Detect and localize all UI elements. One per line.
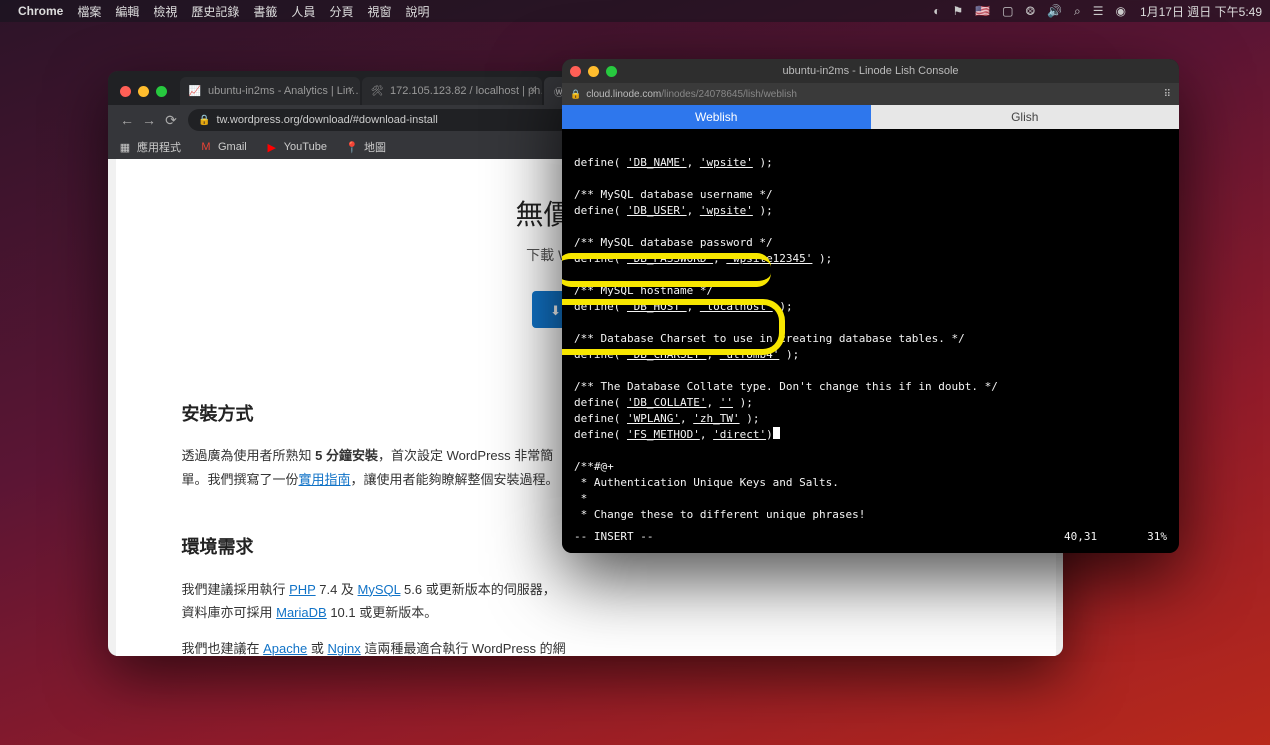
install-heading: 安裝方式 xyxy=(182,398,568,430)
lock-icon: 🔒 xyxy=(570,89,581,100)
close-icon[interactable] xyxy=(120,86,131,97)
menu-history[interactable]: 歷史記錄 xyxy=(191,3,239,20)
bookmark-maps[interactable]: 📍地圖 xyxy=(345,139,386,155)
browser-tab[interactable]: 🛠 172.105.123.82 / localhost | ph… × xyxy=(362,77,542,105)
console-addr-bar: 🔒 cloud.linode.com/linodes/24078645/lish… xyxy=(562,83,1179,105)
menu-window[interactable]: 視窗 xyxy=(367,3,391,20)
url-text: tw.wordpress.org/download/#download-inst… xyxy=(216,114,437,126)
guide-link[interactable]: 實用指南 xyxy=(299,472,351,487)
tab-glish[interactable]: Glish xyxy=(871,105,1180,129)
menu-people[interactable]: 人員 xyxy=(291,3,315,20)
status-icon[interactable]: ⚑ xyxy=(952,4,963,18)
vim-pos: 40,31 xyxy=(1064,529,1097,545)
lock-icon: 🔒 xyxy=(198,115,210,126)
nginx-link[interactable]: Nginx xyxy=(327,641,360,656)
menubar-clock[interactable]: 1月17日 週日 下午5:49 xyxy=(1140,3,1262,20)
download-icon: ⬇ xyxy=(550,303,561,318)
menu-view[interactable]: 檢視 xyxy=(153,3,177,20)
minimize-icon[interactable] xyxy=(138,86,149,97)
status-icon[interactable]: ◐ xyxy=(933,4,940,18)
lish-console-window: ubuntu-in2ms - Linode Lish Console 🔒 clo… xyxy=(562,59,1179,553)
menubar-app-name[interactable]: Chrome xyxy=(18,4,63,18)
vim-percent: 31% xyxy=(1147,529,1167,545)
gmail-icon: M xyxy=(199,140,213,154)
env-text-2: 我們也建議在 Apache 或 Nginx 這兩種最適合執行 WordPress… xyxy=(182,637,568,656)
bookmark-apps[interactable]: ▦應用程式 xyxy=(118,139,181,155)
col-install: 安裝方式 透過廣為使用者所熟知 5 分鐘安裝，首次設定 WordPress 非常… xyxy=(164,398,586,656)
tab-close-icon[interactable]: × xyxy=(530,84,536,96)
menu-bookmarks[interactable]: 書籤 xyxy=(253,3,277,20)
apps-icon: ▦ xyxy=(118,140,132,154)
close-icon[interactable] xyxy=(570,66,581,77)
tab-weblish[interactable]: Weblish xyxy=(562,105,871,129)
maps-icon: 📍 xyxy=(345,140,359,154)
bookmark-youtube[interactable]: ▶YouTube xyxy=(265,140,327,154)
php-link[interactable]: PHP xyxy=(289,582,316,597)
console-titlebar: ubuntu-in2ms - Linode Lish Console xyxy=(562,59,1179,83)
minimize-icon[interactable] xyxy=(588,66,599,77)
favicon-icon: 🛠 xyxy=(370,84,384,98)
reload-icon[interactable]: ⟳ xyxy=(160,112,182,129)
console-title: ubuntu-in2ms - Linode Lish Console xyxy=(562,65,1179,77)
favicon-icon: 📈 xyxy=(188,84,202,98)
vim-mode: -- INSERT -- xyxy=(574,529,653,545)
macos-menubar: Chrome 檔案 編輯 檢視 歷史記錄 書籤 人員 分頁 視窗 說明 ◐ ⚑ … xyxy=(0,0,1270,22)
back-icon[interactable]: ← xyxy=(116,112,138,128)
translate-icon[interactable]: ⠿ xyxy=(1164,89,1171,100)
siri-icon[interactable]: ◉ xyxy=(1115,4,1125,18)
volume-icon[interactable]: 🔊 xyxy=(1047,4,1062,18)
terminal[interactable]: define( 'DB_NAME', 'wpsite' ); /** MySQL… xyxy=(562,129,1179,553)
cursor xyxy=(773,427,780,439)
search-icon[interactable]: ⌕ xyxy=(1074,4,1081,19)
flag-icon[interactable]: 🇺🇸 xyxy=(975,4,990,18)
zoom-icon[interactable] xyxy=(156,86,167,97)
tab-close-icon[interactable]: × xyxy=(348,84,354,96)
env-text-1: 我們建議採用執行 PHP 7.4 及 MySQL 5.6 或更新版本的伺服器，資… xyxy=(182,578,568,625)
browser-tab[interactable]: 📈 ubuntu-in2ms - Analytics | Lin… × xyxy=(180,77,360,105)
env-heading: 環境需求 xyxy=(182,531,568,563)
menu-help[interactable]: 說明 xyxy=(405,3,429,20)
wifi-icon[interactable]: ⨷ xyxy=(1026,4,1036,19)
menu-edit[interactable]: 編輯 xyxy=(115,3,139,20)
window-controls xyxy=(116,86,180,105)
menu-file[interactable]: 檔案 xyxy=(77,3,101,20)
vim-status: -- INSERT -- 40,31 31% xyxy=(574,529,1167,545)
apache-link[interactable]: Apache xyxy=(263,641,307,656)
bookmark-gmail[interactable]: MGmail xyxy=(199,140,247,154)
desktop: Chrome 檔案 編輯 檢視 歷史記錄 書籤 人員 分頁 視窗 說明 ◐ ⚑ … xyxy=(0,0,1270,745)
mysql-link[interactable]: MySQL xyxy=(358,582,401,597)
install-text: 透過廣為使用者所熟知 5 分鐘安裝，首次設定 WordPress 非常簡單。我們… xyxy=(182,444,568,491)
window-controls xyxy=(570,66,624,77)
console-url[interactable]: cloud.linode.com/linodes/24078645/lish/w… xyxy=(586,89,1163,100)
mariadb-link[interactable]: MariaDB xyxy=(276,605,327,620)
console-tabs: Weblish Glish xyxy=(562,105,1179,129)
menu-tab[interactable]: 分頁 xyxy=(329,3,353,20)
zoom-icon[interactable] xyxy=(606,66,617,77)
battery-icon[interactable]: ▢ xyxy=(1002,4,1013,18)
control-center-icon[interactable]: ☰ xyxy=(1093,4,1104,18)
youtube-icon: ▶ xyxy=(265,140,279,154)
tab-label: 172.105.123.82 / localhost | ph… xyxy=(390,85,542,97)
tab-label: ubuntu-in2ms - Analytics | Lin… xyxy=(208,85,360,97)
forward-icon[interactable]: → xyxy=(138,112,160,128)
